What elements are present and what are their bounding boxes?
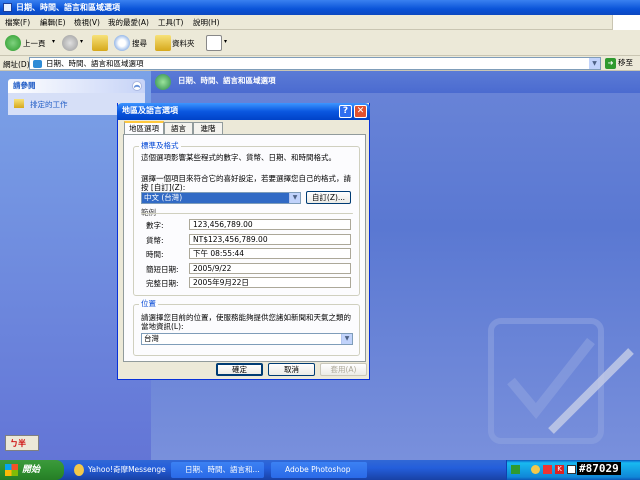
- task-regional-options[interactable]: 日期、時間、語言和...: [171, 462, 264, 478]
- go-button[interactable]: ➜ 移至: [604, 57, 638, 70]
- watermark-checkmark-icon: [488, 318, 634, 444]
- address-bar: 網址(D) 日期、時間、語言和區域選項 ▼ ➜ 移至: [0, 56, 640, 71]
- close-icon[interactable]: ✕: [354, 105, 367, 118]
- location-select[interactable]: 台灣 ▼: [141, 333, 353, 345]
- location-dropdown-icon[interactable]: ▼: [341, 334, 352, 344]
- menu-edit[interactable]: 編輯(E): [40, 17, 66, 28]
- standards-group-title: 標準及格式: [139, 140, 181, 151]
- address-dropdown-icon[interactable]: ▼: [589, 58, 600, 69]
- sample-number-label: 數字:: [146, 221, 164, 230]
- menu-bar: 檔案(F) 編輯(E) 檢視(V) 我的最愛(A) 工具(T) 說明(H): [0, 15, 640, 30]
- folders-button[interactable]: 資料夾: [172, 38, 195, 49]
- sample-time-value: 下午 08:55:44: [189, 248, 351, 259]
- forward-dropdown-icon[interactable]: ▾: [80, 38, 83, 45]
- menu-file[interactable]: 檔案(F): [5, 17, 30, 28]
- sample-short-date-label: 簡短日期:: [146, 265, 179, 274]
- search-icon[interactable]: [114, 35, 130, 51]
- dialog-title: 地區及語言選項: [122, 106, 178, 115]
- format-select[interactable]: 中文 (台灣) ▼: [141, 192, 301, 204]
- see-also-title: 請參閱: [13, 81, 36, 90]
- window-title-bar[interactable]: 日期、時間、語言和區域選項: [0, 0, 640, 15]
- speaker-icon[interactable]: [567, 465, 576, 474]
- up-folder-icon[interactable]: [92, 35, 108, 51]
- sample-currency-label: 貨幣:: [146, 236, 164, 245]
- samples-divider: [141, 213, 353, 214]
- scheduled-tasks-link[interactable]: 排定的工作: [30, 99, 68, 110]
- sample-short-date-value: 2005/9/22: [189, 263, 351, 274]
- search-button[interactable]: 搜尋: [132, 38, 147, 49]
- scheduled-tasks-icon: [14, 99, 24, 108]
- k-icon[interactable]: K: [555, 465, 564, 474]
- tab-panel: 標準及格式 這個選項影響某些程式的數字、貨幣、日期、和時間格式。 選擇一個項目來…: [123, 134, 366, 362]
- start-label: 開始: [22, 465, 41, 475]
- go-label: 移至: [618, 58, 633, 67]
- ok-button[interactable]: 確定: [216, 363, 263, 376]
- address-label: 網址(D): [3, 60, 30, 69]
- see-also-header[interactable]: 請參閱 ︽: [8, 79, 145, 93]
- start-button[interactable]: 開始: [0, 460, 64, 480]
- apply-button[interactable]: 套用(A): [320, 363, 367, 376]
- tray-counter: #87029: [577, 462, 621, 475]
- content-header: 日期、時間、語言和區域選項: [151, 71, 640, 93]
- location-instruction-2: 當地資訊(L):: [141, 322, 184, 331]
- folders-icon[interactable]: [155, 35, 171, 51]
- ime-toolbar[interactable]: ㄅ半: [5, 435, 39, 451]
- menu-favorites[interactable]: 我的最愛(A): [108, 17, 149, 28]
- taskbar: 開始 Yahoo!奇摩Messenger 日期、時間、語言和... Adobe …: [0, 460, 640, 480]
- address-value: 日期、時間、語言和區域選項: [46, 59, 144, 68]
- sample-number-value: 123,456,789.00: [189, 219, 351, 230]
- location-selected-value: 台灣: [144, 334, 159, 343]
- task-yahoo-messenger[interactable]: Yahoo!奇摩Messenger: [74, 462, 166, 478]
- views-dropdown-icon[interactable]: ▾: [224, 38, 227, 45]
- views-icon[interactable]: [206, 35, 222, 51]
- window-title: 日期、時間、語言和區域選項: [16, 3, 120, 12]
- content-title: 日期、時間、語言和區域選項: [178, 76, 276, 85]
- cancel-button[interactable]: 取消: [268, 363, 315, 376]
- messenger-tray-icon[interactable]: [531, 465, 540, 474]
- folder-icon: [3, 3, 12, 12]
- sample-long-date-label: 完整日期:: [146, 279, 179, 288]
- toolbar: 上一頁 ▾ ▾ 搜尋 資料夾 ▾: [0, 30, 640, 56]
- sample-currency-value: NT$123,456,789.00: [189, 234, 351, 245]
- menu-view[interactable]: 檢視(V): [74, 17, 100, 28]
- collapse-chevron-icon[interactable]: ︽: [132, 81, 142, 91]
- antivirus-icon[interactable]: [543, 465, 552, 474]
- address-input[interactable]: 日期、時間、語言和區域選項 ▼: [29, 57, 601, 70]
- go-arrow-icon: ➜: [605, 58, 616, 69]
- back-arrow-icon[interactable]: [5, 35, 21, 51]
- format-dropdown-icon[interactable]: ▼: [289, 193, 300, 203]
- windows-flag-icon: [5, 464, 18, 476]
- customize-button[interactable]: 自訂(Z)...: [306, 191, 351, 204]
- format-selected-value: 中文 (台灣): [144, 193, 183, 202]
- menu-help[interactable]: 說明(H): [193, 17, 220, 28]
- sample-long-date-value: 2005年9月22日: [189, 277, 351, 288]
- system-tray: K #87029: [506, 460, 640, 480]
- menu-tools[interactable]: 工具(T): [158, 17, 183, 28]
- sample-time-label: 時間:: [146, 250, 164, 259]
- ime-mode-label[interactable]: ㄅ半: [10, 438, 26, 449]
- regional-options-dialog: 地區及語言選項 ? ✕ 地區選項 語言 進階 標準及格式 這個選項影響某些程式的…: [117, 103, 370, 380]
- back-button[interactable]: 上一頁: [23, 38, 46, 49]
- windows-logo-icon: [612, 15, 640, 30]
- globe-clock-icon: [155, 74, 171, 90]
- help-icon[interactable]: ?: [339, 105, 352, 118]
- dialog-title-bar[interactable]: 地區及語言選項 ? ✕: [117, 103, 370, 120]
- task-photoshop[interactable]: Adobe Photoshop: [271, 462, 367, 478]
- back-dropdown-icon[interactable]: ▾: [52, 38, 55, 45]
- network-icon[interactable]: [511, 465, 520, 474]
- standards-description: 這個選項影響某些程式的數字、貨幣、日期、和時間格式。: [141, 153, 336, 162]
- control-panel-icon: [33, 60, 42, 68]
- location-group-title: 位置: [139, 298, 158, 309]
- forward-arrow-icon[interactable]: [62, 35, 78, 51]
